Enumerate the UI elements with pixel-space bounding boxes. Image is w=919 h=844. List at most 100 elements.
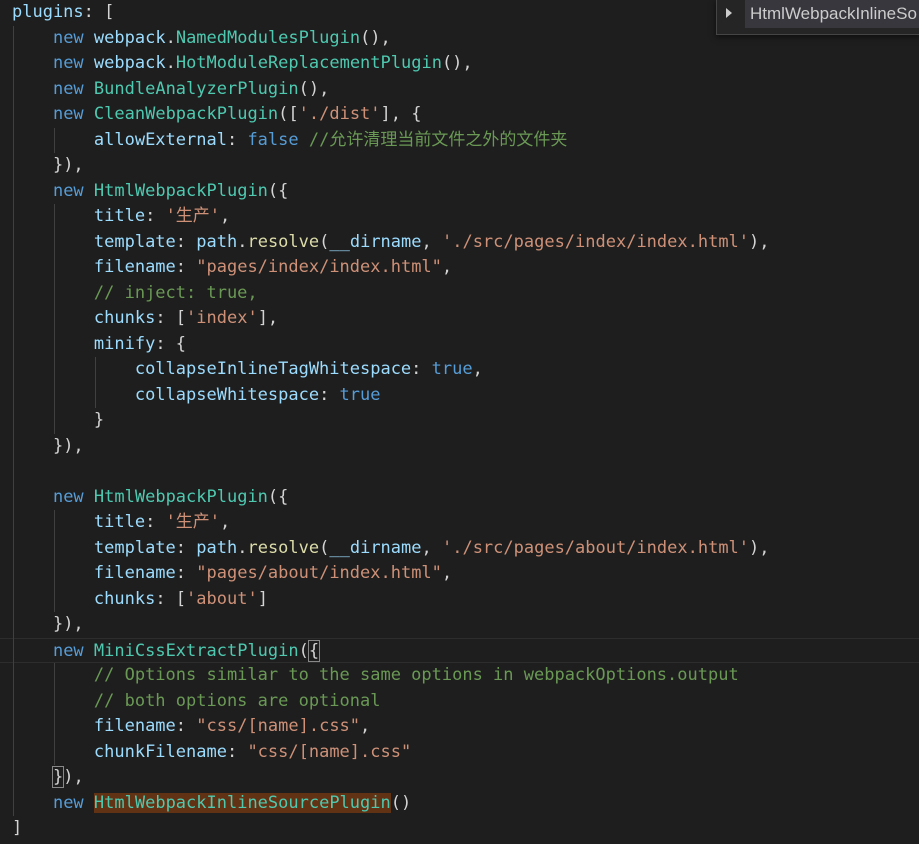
code-line[interactable]: title: '生产', (0, 204, 919, 229)
code-line[interactable]: // inject: true, (0, 281, 919, 306)
code-line-text: plugins: [ (12, 0, 114, 25)
code-token: true (431, 359, 473, 379)
chevron-right-icon[interactable] (726, 8, 732, 18)
code-token: filename (93, 257, 176, 277)
code-editor[interactable]: plugins: [ new webpack.NamedModulesPlugi… (0, 0, 919, 844)
code-line[interactable]: template: path.resolve(__dirname, './src… (0, 230, 919, 255)
code-line[interactable]: }), (0, 612, 919, 637)
code-token: './src/pages/index/index.html' (441, 231, 750, 252)
code-token: , (441, 257, 453, 277)
code-token: . (165, 53, 176, 73)
code-line[interactable]: filename: "pages/index/index.html", (0, 255, 919, 280)
code-line[interactable]: template: path.resolve(__dirname, './src… (0, 536, 919, 561)
code-line[interactable]: minify: { (0, 332, 919, 357)
code-token: minify (93, 333, 156, 354)
code-token: ( (319, 537, 330, 558)
code-line[interactable]: new MiniCssExtractPlugin({ (0, 637, 919, 663)
code-token: resolve (247, 537, 320, 558)
code-line[interactable]: // both options are optional (0, 689, 919, 714)
code-token: : (175, 257, 197, 277)
code-token: ], { (380, 104, 422, 124)
code-token: collapseInlineTagWhitespace (134, 359, 412, 379)
code-line[interactable]: new webpack.HotModuleReplacementPlugin()… (0, 51, 919, 76)
code-line-text: // inject: true, (12, 281, 258, 306)
code-line[interactable]: allowExternal: false //允许清理当前文件之外的文件夹 (0, 128, 919, 153)
code-token: : (175, 716, 197, 736)
code-token: () (390, 792, 412, 813)
code-token: ( (319, 231, 330, 252)
code-line[interactable]: new BundleAnalyzerPlugin(), (0, 77, 919, 102)
code-token: plugins (12, 2, 84, 22)
code-line-text: new HtmlWebpackInlineSourcePlugin() (12, 791, 411, 816)
code-line-text: filename: "pages/index/index.html", (12, 255, 452, 280)
code-line-text: new CleanWebpackPlugin(['./dist'], { (12, 102, 422, 127)
code-line[interactable]: filename: "css/[name].css", (0, 714, 919, 739)
code-token: : (145, 206, 166, 226)
code-line[interactable]: filename: "pages/about/index.html", (0, 561, 919, 586)
code-line[interactable] (0, 459, 919, 484)
code-token: './dist' (298, 104, 381, 124)
code-line[interactable]: new HtmlWebpackInlineSourcePlugin() (0, 791, 919, 816)
code-line[interactable]: // Options similar to the same options i… (0, 663, 919, 688)
code-token: MiniCssExtractPlugin (93, 640, 299, 661)
code-line[interactable]: new CleanWebpackPlugin(['./dist'], { (0, 102, 919, 127)
code-token: ( (298, 640, 309, 661)
code-token: : (175, 537, 197, 558)
code-line[interactable]: title: '生产', (0, 510, 919, 535)
code-token: collapseWhitespace (134, 384, 320, 405)
code-line[interactable]: collapseInlineTagWhitespace: true, (0, 357, 919, 382)
code-token: : (145, 512, 166, 532)
code-line[interactable]: }), (0, 153, 919, 178)
code-token: : (226, 129, 248, 150)
code-line[interactable]: chunks: ['index'], (0, 306, 919, 331)
peek-reference-item[interactable]: HtmlWebpackInlineSo (716, 0, 919, 35)
code-line[interactable]: ] (0, 816, 919, 841)
peek-reference-label[interactable]: HtmlWebpackInlineSo (745, 0, 919, 28)
code-line-text: new webpack.NamedModulesPlugin(), (12, 26, 391, 51)
code-line[interactable]: }), (0, 765, 919, 790)
code-token: HtmlWebpackPlugin (93, 180, 268, 201)
code-token: new (52, 104, 84, 124)
code-line[interactable]: collapseWhitespace: true (0, 383, 919, 408)
indent-guide (54, 127, 55, 153)
code-token: // Options similar to the same options i… (93, 665, 739, 685)
code-token: . (237, 537, 248, 558)
code-line-text: // both options are optional (12, 689, 381, 714)
code-line[interactable]: new HtmlWebpackPlugin({ (0, 485, 919, 510)
code-token: : { (155, 333, 187, 354)
code-token: : (411, 359, 432, 379)
code-token: "pages/about/index.html" (196, 563, 442, 583)
code-line[interactable]: new HtmlWebpackPlugin({ (0, 179, 919, 204)
code-token: chunks (93, 308, 156, 328)
code-token: new (52, 27, 84, 48)
code-token: 'about' (186, 588, 258, 609)
code-line[interactable]: }), (0, 434, 919, 459)
code-line[interactable]: chunkFilename: "css/[name].css" (0, 740, 919, 765)
code-token: HtmlWebpackPlugin (93, 486, 268, 507)
code-token: NamedModulesPlugin (175, 27, 361, 48)
code-token: __dirname (329, 231, 422, 252)
code-token: : [ (155, 588, 187, 609)
code-line-text: filename: "pages/about/index.html", (12, 561, 452, 586)
code-token: path (196, 231, 238, 252)
code-line-text: title: '生产', (12, 204, 230, 229)
code-line[interactable]: chunks: ['about'] (0, 587, 919, 612)
code-token: new (52, 792, 84, 813)
code-token: '生产' (165, 512, 221, 532)
code-line[interactable]: } (0, 408, 919, 433)
indent-guide (54, 663, 55, 765)
code-token: title (93, 512, 146, 532)
